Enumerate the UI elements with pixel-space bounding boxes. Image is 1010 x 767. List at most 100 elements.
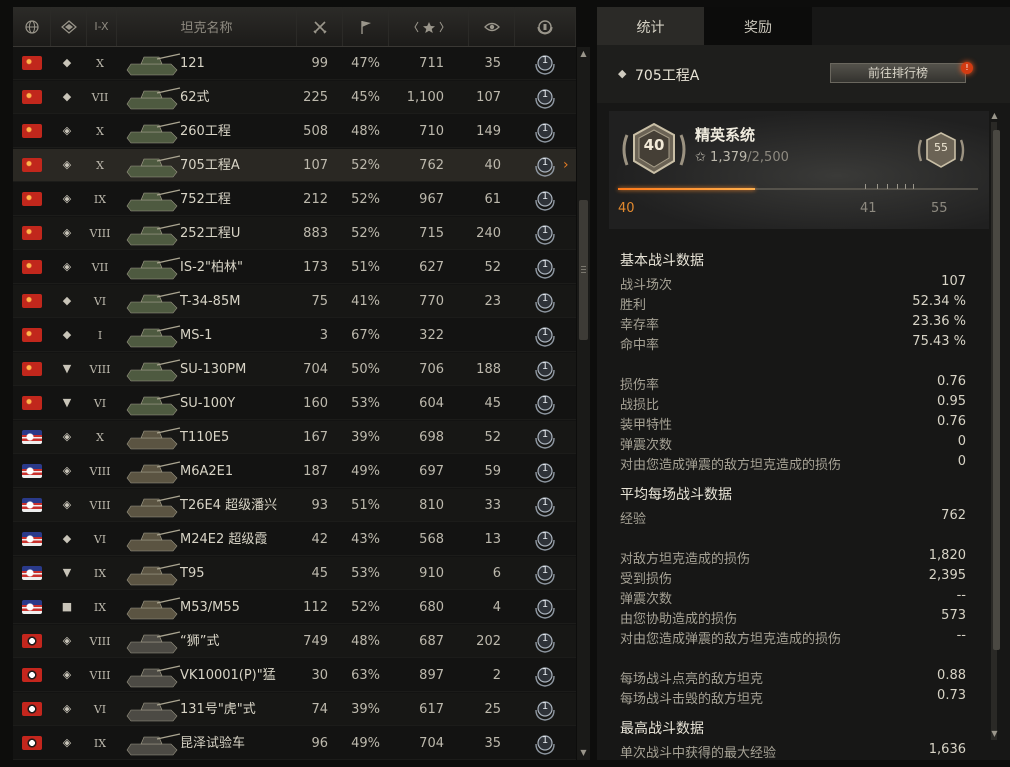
tier-label: X: [96, 125, 104, 138]
stat-row: 命中率 75.43 %: [620, 334, 966, 354]
detail-scroll-up-arrow-icon[interactable]: ▲: [989, 110, 1000, 121]
battles-value: 173: [303, 260, 328, 275]
table-row[interactable]: ◆ VI T-34-85M 75 41% 770 23 1: [13, 285, 576, 318]
next-level-value: 55: [934, 141, 948, 154]
stat-value: 762: [941, 508, 966, 523]
winrate-value: 45%: [351, 90, 380, 105]
nation-column-header[interactable]: [13, 7, 51, 46]
kills-value: 188: [476, 362, 501, 377]
tank-silhouette-icon: [126, 597, 181, 620]
table-row[interactable]: ◈ VIII M6A2E1 187 49% 697 59 1: [13, 455, 576, 488]
tank-name: SU-100Y: [180, 396, 236, 411]
tier-label: VI: [93, 703, 107, 716]
stat-value: 23.36 %: [912, 314, 966, 329]
stat-value: 0.76: [937, 414, 966, 429]
tank-name: IS-2"柏林": [180, 260, 244, 275]
battles-value: 42: [311, 532, 328, 547]
table-row[interactable]: ▼ IX T95 45 53% 910 6 1: [13, 557, 576, 590]
table-row[interactable]: ◈ X 705工程A 107 52% 762 40 1 ›: [13, 149, 576, 182]
winrate-value: 49%: [351, 736, 380, 751]
globe-icon: [24, 19, 39, 34]
class-column-header[interactable]: [51, 7, 87, 46]
tab-statistics[interactable]: 统计: [597, 7, 704, 45]
tank-silhouette-icon: [126, 291, 181, 314]
stat-label: 装甲特性: [620, 418, 673, 433]
table-row[interactable]: ◆ VII 62式 225 45% 1,100 107 1: [13, 81, 576, 114]
ht-class-icon: ◈: [62, 192, 72, 205]
stat-row: 弹震次数 0: [620, 434, 966, 454]
scroll-thumb[interactable]: [579, 200, 588, 340]
mastery-badge-value: 1: [541, 293, 549, 304]
mastery-badge-value: 1: [541, 701, 549, 712]
detail-scroll-thumb[interactable]: [993, 130, 1000, 650]
table-row[interactable]: ◈ VIII “狮”式 749 48% 687 202 1: [13, 625, 576, 658]
average-stats-title: 平均每场战斗数据: [620, 487, 732, 503]
mt-class-icon: ◆: [62, 90, 72, 103]
avg-xp-value: 322: [419, 328, 444, 343]
avg-xp-value: 967: [419, 192, 444, 207]
table-row[interactable]: ◆ X 121 99 47% 711 35 1: [13, 47, 576, 80]
tank-name: 昆泽试验车: [180, 736, 246, 751]
kills-column-header[interactable]: [469, 7, 515, 46]
tank-name: SU-130PM: [180, 362, 247, 377]
winrate-value: 48%: [351, 124, 380, 139]
stat-value: 75.43 %: [912, 334, 966, 349]
tank-name-column-header[interactable]: 坦克名称: [117, 7, 297, 46]
table-row[interactable]: ◈ VIII VK10001(P)"猛 30 63% 897 2 1: [13, 659, 576, 692]
table-row[interactable]: ◈ IX 昆泽试验车 96 49% 704 35 1: [13, 727, 576, 760]
stat-value: 2,395: [928, 568, 966, 583]
tank-silhouette-icon: [126, 121, 181, 144]
ussr-flag-icon: [22, 294, 42, 308]
tier-column-header[interactable]: I-X: [87, 7, 117, 46]
detail-scroll-down-arrow-icon[interactable]: ▼: [989, 728, 1000, 739]
battles-column-header[interactable]: [297, 7, 343, 46]
scroll-up-arrow-icon[interactable]: ▲: [578, 48, 589, 59]
stat-row: 弹震次数 --: [620, 588, 966, 608]
table-row[interactable]: ◆ VI M24E2 超级霞 42 43% 568 13 1: [13, 523, 576, 556]
table-row[interactable]: ◈ VIII 252工程U 883 52% 715 240 1: [13, 217, 576, 250]
table-row[interactable]: ◈ VII IS-2"柏林" 173 51% 627 52 1: [13, 251, 576, 284]
battles-value: 508: [303, 124, 328, 139]
stat-label: 由您协助造成的损伤: [620, 612, 738, 627]
stat-value: 573: [941, 608, 966, 623]
mastery-badge-value: 1: [541, 191, 549, 202]
avg-xp-value: 568: [419, 532, 444, 547]
ger-flag-icon: [22, 702, 42, 716]
table-row[interactable]: ◈ VI 131号"虎"式 74 39% 617 25 1: [13, 693, 576, 726]
winrate-column-header[interactable]: [343, 7, 389, 46]
tank-silhouette-icon: [126, 53, 181, 76]
td-class-icon: ▼: [62, 396, 72, 409]
table-scrollbar[interactable]: ▲ ▼: [577, 47, 590, 760]
detail-scrollbar[interactable]: ▲ ▼: [988, 108, 1002, 740]
scroll-down-arrow-icon[interactable]: ▼: [578, 747, 589, 758]
stat-label: 对敌方坦克造成的损伤: [620, 552, 751, 567]
table-row[interactable]: ◈ VIII T26E4 超级潘兴 93 51% 810 33 1: [13, 489, 576, 522]
stat-value: 107: [941, 274, 966, 289]
mastery-badge-value: 1: [541, 531, 549, 542]
tank-name: 752工程: [180, 192, 231, 207]
winrate-value: 47%: [351, 56, 380, 71]
table-row[interactable]: ◈ X 260工程 508 48% 710 149 1: [13, 115, 576, 148]
avg-xp-column-header[interactable]: [389, 7, 469, 46]
go-to-leaderboard-button[interactable]: 前往排行榜: [830, 63, 966, 83]
usa-flag-icon: [22, 430, 42, 444]
table-row[interactable]: ◈ IX 752工程 212 52% 967 61 1: [13, 183, 576, 216]
mastery-badge-value: 1: [541, 89, 549, 100]
kills-value: 6: [492, 566, 501, 581]
stat-label: 命中率: [620, 338, 660, 353]
stat-value: --: [956, 628, 966, 643]
table-row[interactable]: ▼ VIII SU-130PM 704 50% 706 188 1: [13, 353, 576, 386]
stat-row: 由您协助造成的损伤 573: [620, 608, 966, 628]
tank-silhouette-icon: [126, 733, 181, 756]
kills-value: 33: [484, 498, 501, 513]
table-row[interactable]: ◈ X T110E5 167 39% 698 52 1: [13, 421, 576, 454]
tab-awards[interactable]: 奖励: [704, 7, 812, 45]
kills-value: 149: [476, 124, 501, 139]
tank-silhouette-icon: [126, 257, 181, 280]
table-row[interactable]: ▼ VI SU-100Y 160 53% 604 45 1: [13, 387, 576, 420]
table-row[interactable]: ◆ I MS-1 3 67% 322 1: [13, 319, 576, 352]
battles-value: 225: [303, 90, 328, 105]
elite-level-value: 40: [643, 136, 665, 154]
mastery-column-header[interactable]: [515, 7, 576, 46]
table-row[interactable]: ■ IX M53/M55 112 52% 680 4 1: [13, 591, 576, 624]
